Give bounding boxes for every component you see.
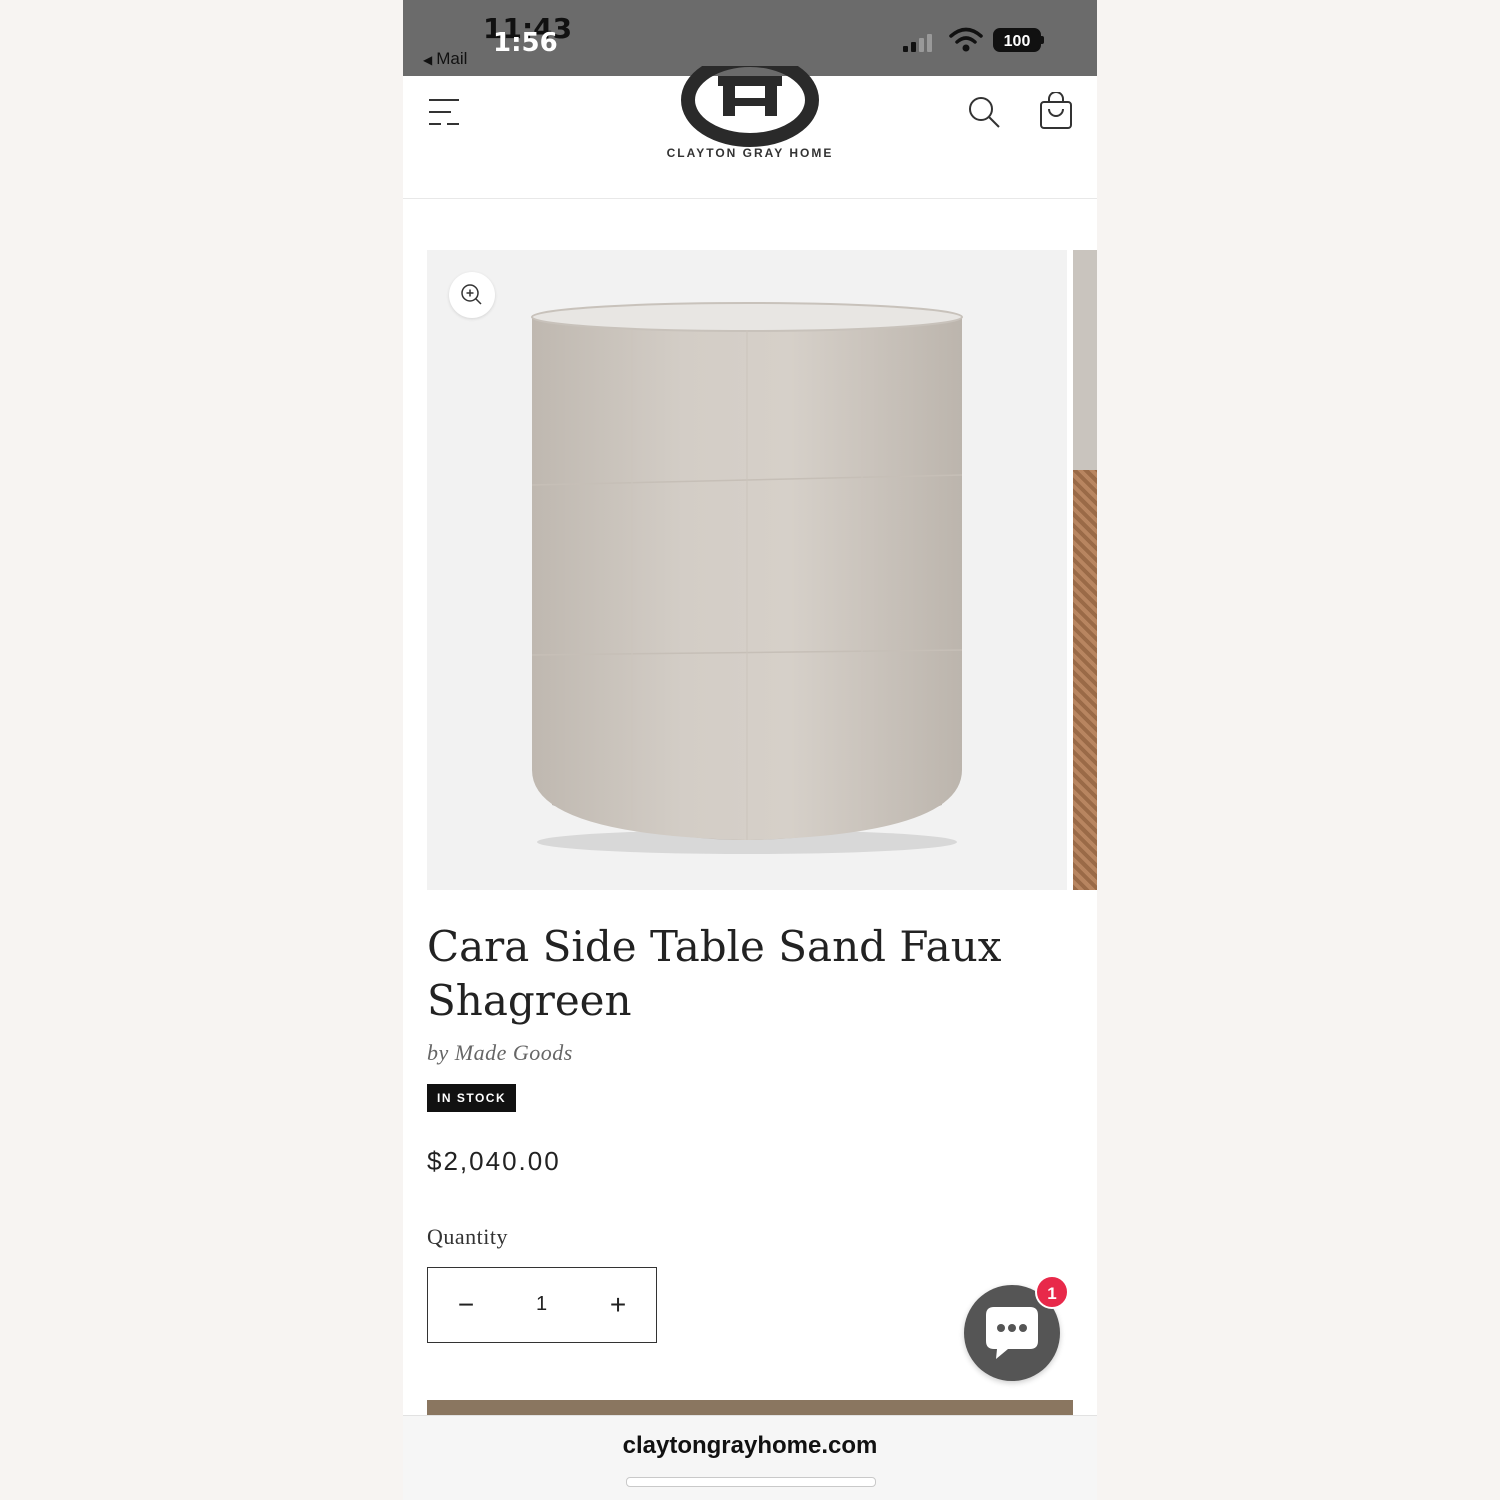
cellular-signal-icon xyxy=(903,34,932,52)
product-image-main[interactable] xyxy=(427,250,1067,890)
back-to-mail[interactable]: ◀ Mail xyxy=(423,49,467,69)
status-time-overlay: 1:56 xyxy=(493,28,558,58)
site-header: CLAYTON GRAY HOME xyxy=(403,66,1097,199)
quantity-label: Quantity xyxy=(427,1224,508,1249)
chat-unread-badge: 1 xyxy=(1035,1275,1069,1309)
stock-badge: IN STOCK xyxy=(427,1084,517,1112)
cart-icon[interactable] xyxy=(1038,92,1074,130)
wifi-icon xyxy=(949,27,983,52)
brand-name: CLAYTON GRAY HOME xyxy=(666,146,834,160)
product-image-next[interactable] xyxy=(1073,250,1097,890)
zoom-button[interactable] xyxy=(449,272,495,318)
zoom-in-icon xyxy=(461,284,482,305)
product-price: $2,040.00 xyxy=(427,1146,561,1176)
next-image-floor xyxy=(1073,470,1097,890)
phone-screen: 11:43 1:56 ◀ Mail 100 CLAYTON GRAY HOME … xyxy=(403,0,1097,1500)
quantity-increase-button[interactable]: + xyxy=(580,1268,656,1341)
product-vendor[interactable]: by Made Goods xyxy=(427,1040,573,1066)
product-title: Cara Side Table Sand Faux Shagreen xyxy=(427,922,1002,1025)
browser-url-bar[interactable]: claytongrayhome.com xyxy=(403,1415,1097,1500)
side-table-image xyxy=(531,302,963,854)
battery-icon: 100 xyxy=(993,28,1041,52)
back-triangle-icon: ◀ xyxy=(423,53,433,67)
status-bar: 11:43 1:56 ◀ Mail 100 xyxy=(403,0,1097,76)
next-image-wall xyxy=(1073,250,1097,470)
url-text: claytongrayhome.com xyxy=(622,1432,878,1459)
search-icon[interactable] xyxy=(966,94,1002,130)
home-indicator xyxy=(626,1477,876,1487)
quantity-input[interactable]: 1 xyxy=(504,1268,579,1341)
back-label: Mail xyxy=(436,49,468,68)
menu-icon[interactable] xyxy=(427,96,461,128)
quantity-decrease-button[interactable]: − xyxy=(428,1268,504,1341)
quantity-stepper: − 1 + xyxy=(427,1267,657,1343)
battery-nub xyxy=(1041,36,1044,44)
